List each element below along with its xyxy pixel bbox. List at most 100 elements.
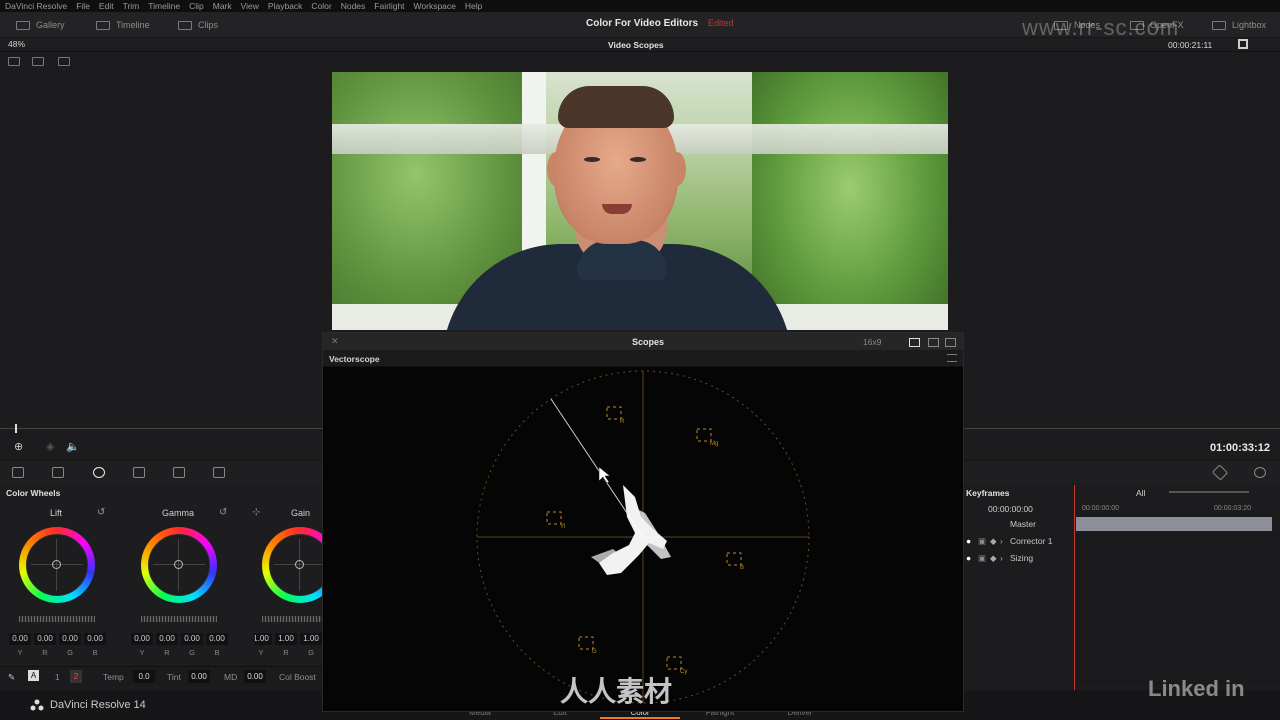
scopes-header[interactable]: ✕ Scopes 16x9 [323, 333, 963, 351]
temp-field[interactable]: 0.0 [133, 670, 155, 683]
clips-button[interactable]: Clips [178, 17, 218, 33]
gain-master-wheel[interactable] [262, 616, 322, 622]
scope-options-icon[interactable] [947, 354, 957, 362]
scrub-bar-right[interactable] [964, 428, 1280, 429]
gamma-reset-icon[interactable]: ↺ [219, 507, 227, 518]
scrub-bar[interactable] [0, 428, 322, 429]
lift-g-value[interactable]: 0.00 [59, 633, 81, 645]
auto-balance-icon[interactable]: ✎ [8, 672, 15, 683]
target-yl-label: Yl [560, 524, 565, 530]
menu-workspace[interactable]: Workspace [414, 1, 456, 11]
highlight-icon[interactable] [58, 57, 70, 66]
diamond-icon[interactable]: ◆ [990, 536, 997, 547]
gamma-wheel[interactable] [141, 527, 217, 603]
scope-ratio-dropdown[interactable]: 16x9 [863, 337, 881, 347]
menu-nodes[interactable]: Nodes [341, 1, 366, 11]
menu-help[interactable]: Help [465, 1, 482, 11]
gain-r-value[interactable]: 1.00 [275, 633, 297, 645]
gamma-puck[interactable] [174, 560, 183, 569]
gallery-icon [16, 20, 30, 30]
scopes-window[interactable]: ✕ Scopes 16x9 Vectorscope R Mg B Cy G Yl [322, 332, 964, 712]
viewer-timecode[interactable]: 00:00:21:11 [1168, 40, 1212, 50]
gain-crosshair-icon[interactable]: ⊹ [252, 507, 260, 518]
gamma-b-value[interactable]: 0.00 [206, 633, 228, 645]
lift-r-value[interactable]: 0.00 [34, 633, 56, 645]
lift-master-wheel[interactable] [19, 616, 95, 622]
tint-field[interactable]: 0.00 [188, 670, 210, 683]
menu-app[interactable]: DaVinci Resolve [5, 1, 67, 11]
motion-effects-icon[interactable] [173, 467, 185, 478]
scope-type-dropdown[interactable]: Vectorscope [329, 354, 380, 364]
lock-icon[interactable]: ▣ [978, 553, 986, 564]
gain-puck[interactable] [295, 560, 304, 569]
video-viewer[interactable] [332, 72, 948, 330]
gain-wheel[interactable] [262, 527, 322, 603]
menu-trim[interactable]: Trim [123, 1, 140, 11]
channel-r: R [283, 648, 289, 657]
menu-fairlight[interactable]: Fairlight [374, 1, 404, 11]
auto-icon[interactable]: A [28, 670, 39, 681]
loop-icon[interactable]: ⊕ [14, 440, 23, 453]
gain-y-value[interactable]: 1.00 [255, 633, 272, 645]
keyframes-filter-dropdown[interactable]: All [1136, 488, 1145, 498]
lift-reset-icon[interactable]: ↺ [97, 507, 105, 518]
channel-y: Y [139, 648, 145, 657]
gallery-button[interactable]: Gallery [16, 17, 65, 33]
menu-file[interactable]: File [76, 1, 90, 11]
lock-icon[interactable]: ▣ [978, 536, 986, 547]
resolve-logo-icon [30, 699, 44, 711]
timeline-button[interactable]: Timeline [96, 17, 150, 33]
visibility-icon[interactable]: ● [966, 536, 971, 546]
menu-view[interactable]: View [241, 1, 259, 11]
keyframes-icon[interactable] [1211, 464, 1229, 481]
metadata-icon[interactable] [1254, 467, 1266, 478]
fullscreen-icon[interactable] [1238, 39, 1248, 49]
menu-playback[interactable]: Playback [268, 1, 303, 11]
gamma-master-wheel[interactable] [141, 616, 217, 622]
lightbox-button[interactable]: Lightbox [1212, 17, 1266, 33]
gamma-y-value[interactable]: 0.00 [131, 633, 153, 645]
layout-quad-icon[interactable] [945, 338, 956, 347]
menu-edit[interactable]: Edit [99, 1, 114, 11]
keyframe-row-sizing[interactable]: ● ▣ ◆ › Sizing [964, 553, 1280, 569]
page-2-button[interactable]: 2 [70, 670, 82, 683]
diamond-icon[interactable]: ◆ [990, 553, 997, 564]
target-r-label: R [620, 419, 625, 425]
gamma-r-value[interactable]: 0.00 [156, 633, 178, 645]
color-match-icon[interactable] [52, 467, 64, 478]
layout-single-icon[interactable] [909, 338, 920, 347]
lift-b-value[interactable]: 0.00 [84, 633, 106, 645]
cache-icon[interactable]: ◈ [46, 440, 54, 453]
md-field[interactable]: 0.00 [244, 670, 266, 683]
rgb-mixer-icon[interactable] [133, 467, 145, 478]
gamma-g-value[interactable]: 0.00 [181, 633, 203, 645]
menu-timeline[interactable]: Timeline [148, 1, 180, 11]
lift-puck[interactable] [52, 560, 61, 569]
page-1-button[interactable]: 1 [55, 672, 60, 682]
keyframe-playhead[interactable] [1074, 485, 1075, 705]
zoom-dropdown[interactable]: 48% [8, 39, 25, 49]
keyframe-row-master[interactable]: Master [964, 519, 1280, 535]
lift-wheel[interactable] [19, 527, 95, 603]
keyframes-zoom-slider[interactable] [1169, 491, 1249, 493]
layout-dual-icon[interactable] [928, 338, 939, 347]
gain-g-value[interactable]: 1.00 [300, 633, 322, 645]
single-view-icon[interactable] [8, 57, 20, 66]
color-wheels-icon[interactable] [93, 467, 105, 478]
menu-mark[interactable]: Mark [213, 1, 232, 11]
keyframe-row-corrector[interactable]: ● ▣ ◆ › Corrector 1 [964, 536, 1280, 552]
expand-icon[interactable]: › [1000, 536, 1003, 546]
viewer-mode-dropdown[interactable]: Video Scopes [608, 40, 664, 50]
palette-toolbar-right [964, 460, 1280, 484]
camera-raw-icon[interactable] [12, 467, 24, 478]
close-icon[interactable]: ✕ [331, 336, 339, 347]
playhead[interactable] [15, 424, 17, 433]
menu-clip[interactable]: Clip [189, 1, 204, 11]
speaker-icon[interactable]: 🔈 [66, 440, 80, 453]
menu-color[interactable]: Color [311, 1, 331, 11]
expand-icon[interactable]: › [1000, 553, 1003, 563]
scope-icon[interactable] [213, 467, 225, 478]
visibility-icon[interactable]: ● [966, 553, 971, 563]
lift-y-value[interactable]: 0.00 [9, 633, 31, 645]
split-view-icon[interactable] [32, 57, 44, 66]
